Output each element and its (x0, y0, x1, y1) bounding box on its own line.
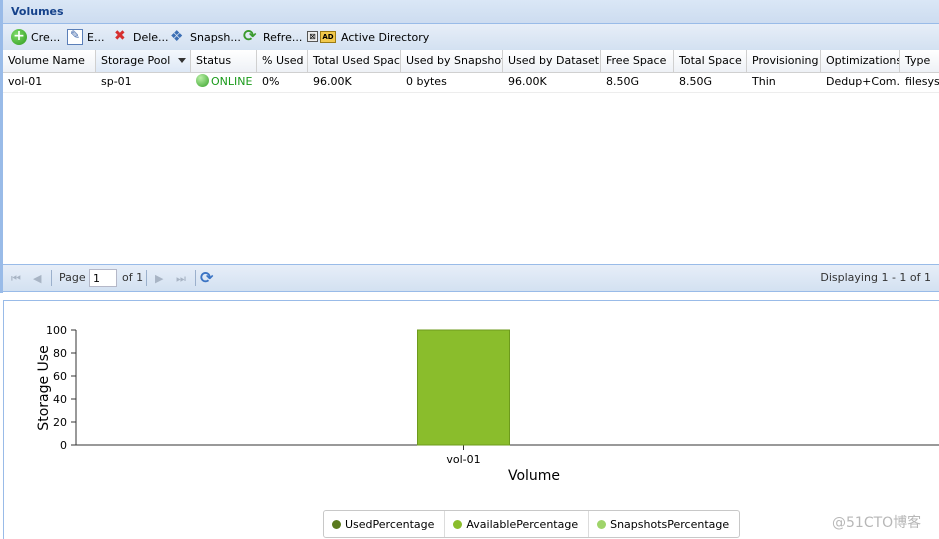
col-used-by-snapshots[interactable]: Used by Snapshots (401, 50, 503, 72)
col-provisioning[interactable]: Provisioning (747, 50, 821, 72)
refresh-label: Refre... (263, 30, 303, 44)
pager-separator (146, 270, 147, 286)
legend-label: AvailablePercentage (466, 517, 579, 531)
col-storage-pool-label: Storage Pool (101, 54, 171, 67)
pager-separator (51, 270, 52, 286)
legend-label: UsedPercentage (345, 517, 435, 531)
chart-legend: UsedPercentage AvailablePercentage Snaps… (323, 510, 741, 538)
panel-header: Volumes (3, 0, 939, 24)
snapshot-label: Snapsh... (190, 30, 241, 44)
grid-header: Volume Name Storage Pool Status % Used T… (3, 50, 939, 73)
cell-volume-name: vol-01 (8, 75, 43, 88)
available-legend-marker (453, 519, 463, 529)
col-optimizations[interactable]: Optimizations (821, 50, 900, 72)
page-label: Page (59, 271, 86, 284)
cell-optimizations: Dedup+Com... (826, 75, 900, 88)
legend-item-used[interactable]: UsedPercentage (324, 511, 446, 537)
status-label: ONLINE (211, 75, 253, 88)
col-free-space[interactable]: Free Space (601, 50, 674, 72)
legend-label: SnapshotsPercentage (610, 517, 730, 531)
active-directory-label: Active Directory (341, 30, 430, 44)
cell-provisioning: Thin (752, 75, 776, 88)
add-icon (11, 28, 27, 45)
chart-panel (3, 300, 939, 539)
prev-page-icon[interactable]: ◀ (33, 272, 41, 285)
create-label: Cre... (31, 30, 61, 44)
snapshots-legend-marker (597, 519, 607, 529)
legend-item-available[interactable]: AvailablePercentage (445, 511, 590, 537)
cell-total-space: 8.50G (679, 75, 713, 88)
last-page-icon[interactable]: ⏭ (176, 272, 186, 286)
col-volume-name[interactable]: Volume Name (3, 50, 96, 72)
refresh-icon (243, 26, 259, 45)
edit-button[interactable]: E... (67, 28, 104, 46)
cell-total-used: 96.00K (313, 75, 352, 88)
snapshot-icon (170, 27, 186, 45)
watermark: @51CTO博客 (832, 515, 922, 531)
delete-label: Dele... (133, 30, 169, 44)
col-total-used-space[interactable]: Total Used Space (308, 50, 401, 72)
active-directory-button[interactable]: ⊠ AD Active Directory (307, 28, 429, 46)
edit-label: E... (87, 30, 105, 44)
first-page-icon[interactable]: ⏮ (11, 272, 21, 286)
paging-toolbar: ⏮ ◀ Page of 1 ▶ ⏭ ⟳ Displaying 1 - 1 of … (3, 264, 939, 292)
col-total-space[interactable]: Total Space (674, 50, 747, 72)
legend-item-snapshots[interactable]: SnapshotsPercentage (589, 511, 739, 537)
cell-status: ONLINE (191, 72, 257, 92)
displaying-label: Displaying 1 - 1 of 1 (820, 271, 931, 284)
edit-icon (67, 28, 83, 45)
cell-type: filesystem (905, 75, 939, 88)
pager-separator (195, 270, 196, 286)
page-count-label: of 1 (122, 271, 144, 284)
toolbar: Cre... E... Dele... Snapsh... Refre... ⊠… (3, 24, 939, 51)
col-storage-pool[interactable]: Storage Pool (96, 50, 191, 72)
page-number-input[interactable] (89, 269, 117, 287)
cell-storage-pool: sp-01 (101, 75, 132, 88)
refresh-button[interactable]: Refre... (243, 26, 303, 46)
col-used-by-dataset[interactable]: Used by Dataset (503, 50, 601, 72)
table-row[interactable]: vol-01 sp-01 ONLINE 0% 96.00K 0 bytes 96… (3, 72, 939, 93)
active-directory-icon: ⊠ AD (307, 29, 337, 45)
sort-dropdown-icon[interactable] (178, 58, 186, 63)
cell-free-space: 8.50G (606, 75, 640, 88)
ad-tag: AD (320, 31, 336, 43)
col-status[interactable]: Status (191, 50, 257, 72)
cell-used-by-snapshots: 0 bytes (406, 75, 447, 88)
next-page-icon[interactable]: ▶ (155, 272, 163, 285)
ad-box-glyph: ⊠ (307, 31, 318, 42)
panel-title: Volumes (11, 5, 64, 18)
snapshot-button[interactable]: Snapsh... (170, 27, 241, 46)
refresh-grid-icon[interactable]: ⟳ (200, 268, 213, 287)
delete-icon (113, 28, 129, 45)
col-pct-used[interactable]: % Used (257, 50, 308, 72)
used-legend-marker (332, 519, 341, 529)
cell-pct-used: 0% (262, 75, 280, 88)
cell-used-by-dataset: 96.00K (508, 75, 547, 88)
create-button[interactable]: Cre... (11, 28, 60, 46)
col-type[interactable]: Type (900, 50, 939, 72)
delete-button[interactable]: Dele... (113, 28, 169, 46)
online-status-icon (196, 73, 209, 87)
